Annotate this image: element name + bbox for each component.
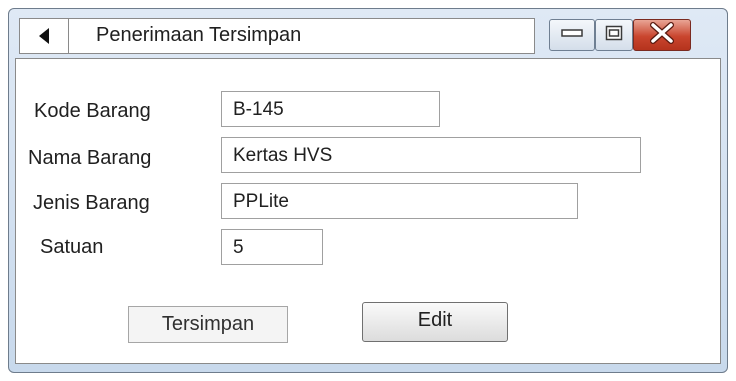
satuan-field[interactable]: 5	[221, 229, 323, 265]
jenis-barang-field[interactable]: PPLite	[221, 183, 578, 219]
tersimpan-button[interactable]: Tersimpan	[128, 306, 288, 343]
nama-barang-label: Nama Barang	[28, 147, 152, 169]
edit-button[interactable]: Edit	[362, 302, 508, 342]
kode-barang-field[interactable]: B-145	[221, 91, 440, 127]
maximize-button[interactable]	[595, 19, 633, 51]
kode-barang-label: Kode Barang	[34, 100, 151, 122]
close-icon	[649, 21, 675, 49]
satuan-label: Satuan	[40, 236, 104, 258]
nama-barang-field[interactable]: Kertas HVS	[221, 137, 641, 173]
window-title: Penerimaan Tersimpan	[96, 24, 302, 46]
close-button[interactable]	[633, 19, 691, 51]
back-button[interactable]	[19, 18, 69, 54]
maximize-icon	[605, 25, 623, 46]
app-window: Penerimaan Tersimpan Kode Barang B-145 N…	[8, 8, 728, 373]
minimize-icon	[561, 26, 583, 44]
triangle-left-icon	[37, 27, 51, 45]
jenis-barang-label: Jenis Barang	[33, 192, 150, 214]
form-panel: Kode Barang B-145 Nama Barang Kertas HVS…	[15, 58, 721, 364]
minimize-button[interactable]	[549, 19, 595, 51]
